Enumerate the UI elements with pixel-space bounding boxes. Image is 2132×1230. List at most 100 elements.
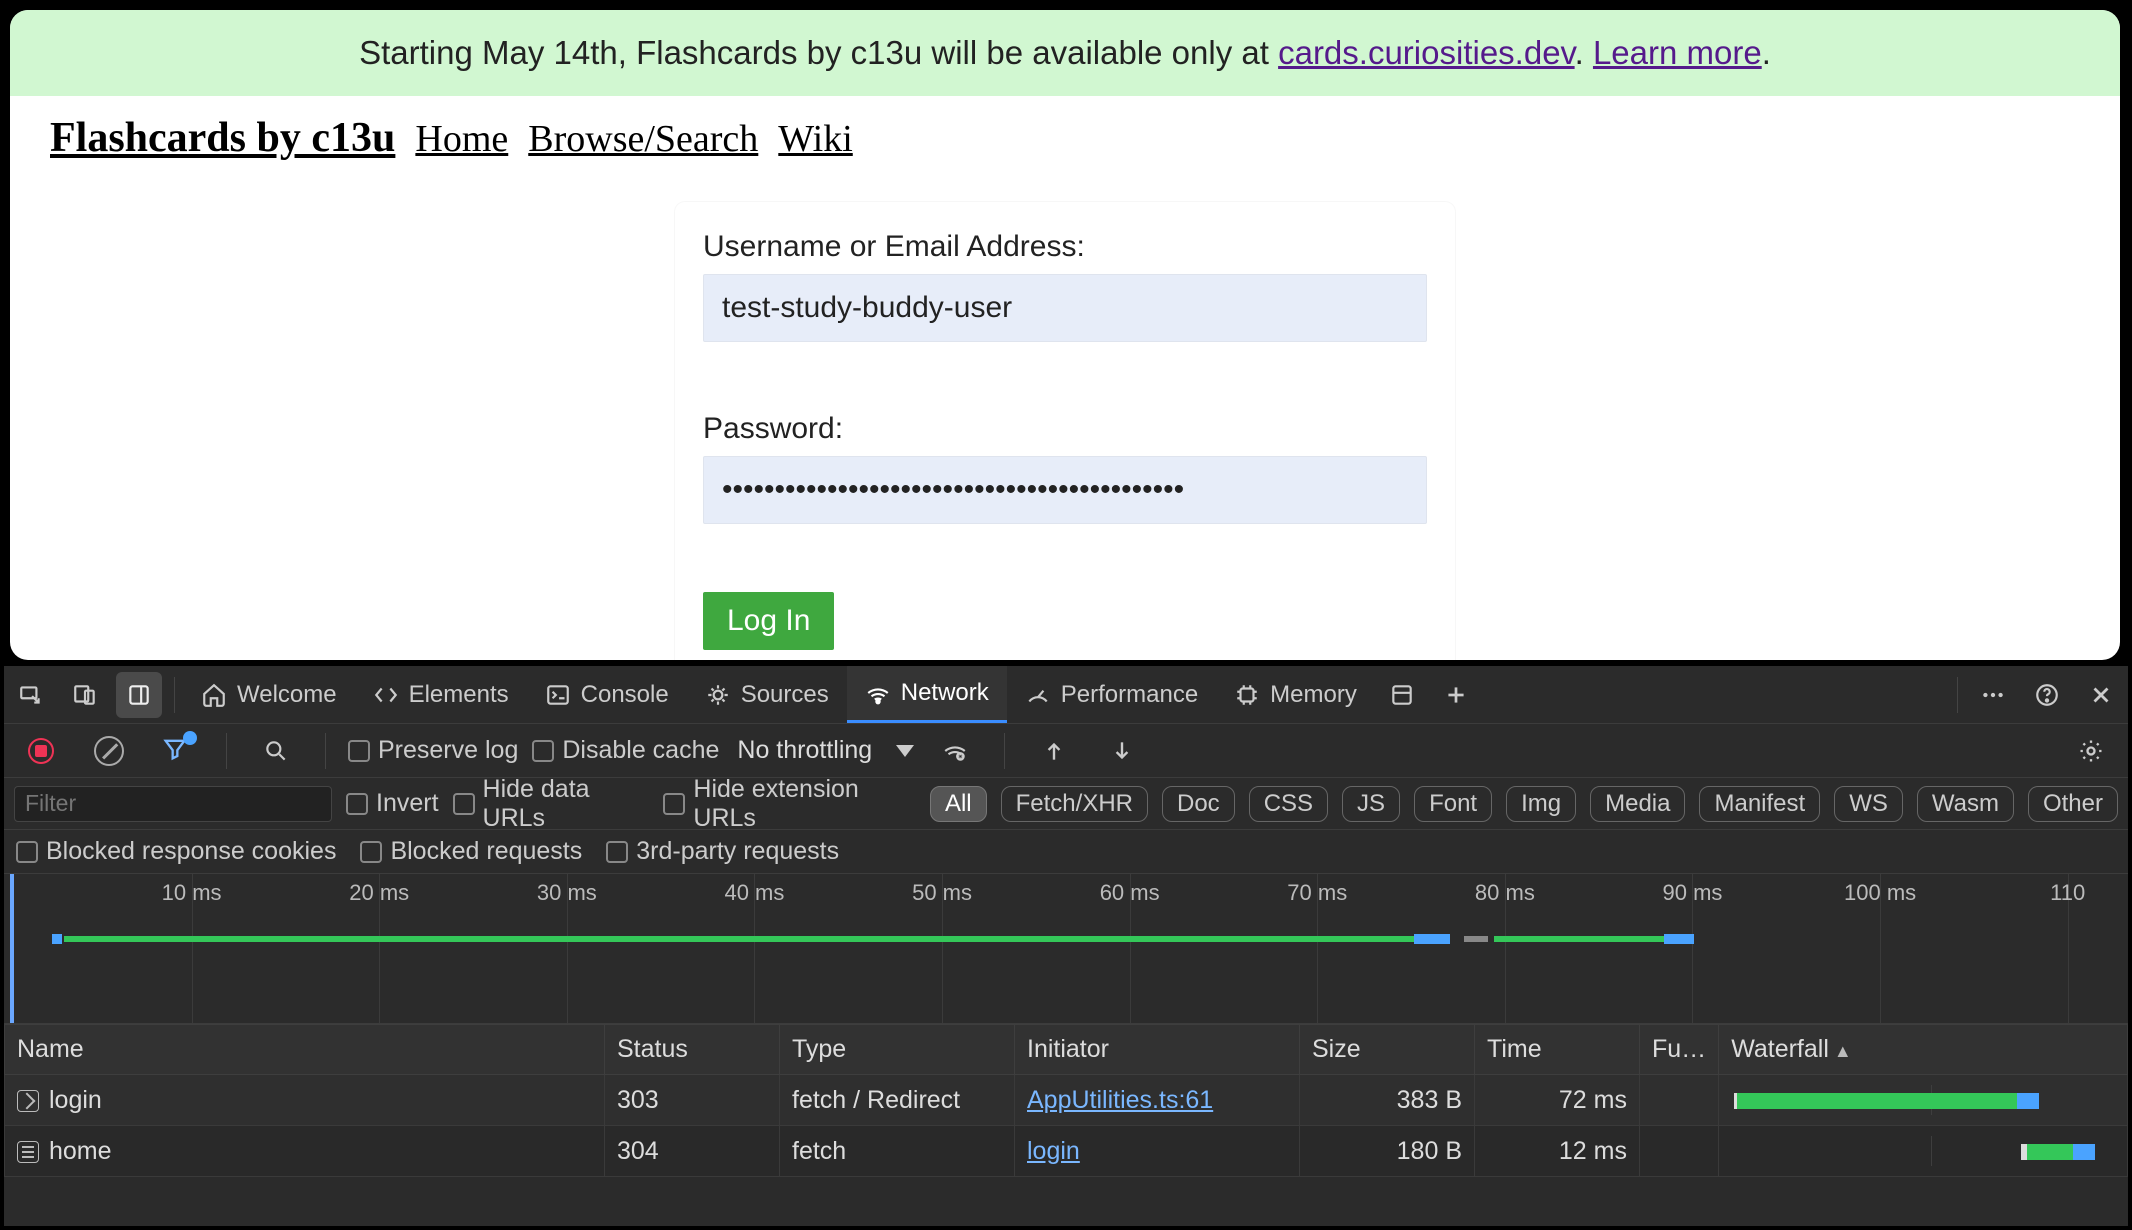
close-devtools-icon[interactable]	[2078, 672, 2124, 718]
tab-welcome[interactable]: Welcome	[183, 666, 355, 723]
filter-chip-fetch[interactable]: Fetch/XHR	[1001, 786, 1148, 822]
blocked-requests-checkbox[interactable]: Blocked requests	[360, 837, 582, 866]
more-options-icon[interactable]	[1970, 672, 2016, 718]
network-settings-icon[interactable]	[2068, 728, 2114, 774]
col-size[interactable]: Size	[1300, 1025, 1475, 1075]
tab-console[interactable]: Console	[527, 666, 687, 723]
record-button[interactable]	[18, 728, 64, 774]
tab-elements[interactable]: Elements	[355, 666, 527, 723]
filter-chip-css[interactable]: CSS	[1249, 786, 1328, 822]
timeline-tick-label: 90 ms	[1663, 880, 1723, 906]
hide-extension-urls-checkbox[interactable]: Hide extension URLs	[663, 775, 916, 833]
devtools-panel: Welcome Elements Console Sources Network…	[4, 666, 2128, 1226]
filter-chip-other[interactable]: Other	[2028, 786, 2118, 822]
cell-status: 303	[605, 1075, 780, 1126]
clear-button[interactable]	[86, 728, 132, 774]
col-type[interactable]: Type	[780, 1025, 1015, 1075]
preserve-log-checkbox[interactable]: Preserve log	[348, 736, 518, 765]
password-input[interactable]	[703, 456, 1427, 524]
filter-input[interactable]	[14, 786, 332, 822]
elements-icon	[373, 682, 399, 708]
blocked-cookies-checkbox[interactable]: Blocked response cookies	[16, 837, 336, 866]
cell-time: 72 ms	[1475, 1075, 1640, 1126]
divider	[174, 677, 175, 713]
table-row[interactable]: login303fetch / RedirectAppUtilities.ts:…	[5, 1075, 2128, 1126]
network-conditions-icon[interactable]	[932, 728, 978, 774]
filter-chip-font[interactable]: Font	[1414, 786, 1492, 822]
filter-chip-js[interactable]: JS	[1342, 786, 1400, 822]
timeline-bar	[1464, 936, 1488, 942]
top-nav: Flashcards by c13u Home Browse/Search Wi…	[10, 96, 2120, 162]
timeline-overview[interactable]: 10 ms20 ms30 ms40 ms50 ms60 ms70 ms80 ms…	[4, 874, 2128, 1024]
login-button[interactable]: Log In	[703, 592, 834, 650]
performance-icon	[1025, 682, 1051, 708]
banner-link-domain[interactable]: cards.curiosities.dev	[1278, 34, 1575, 71]
divider	[1957, 677, 1958, 713]
filter-toggle-button[interactable]	[154, 728, 200, 774]
third-party-checkbox[interactable]: 3rd-party requests	[606, 837, 839, 866]
filter-chip-media[interactable]: Media	[1590, 786, 1685, 822]
invert-checkbox[interactable]: Invert	[346, 789, 439, 818]
search-button[interactable]	[253, 728, 299, 774]
dropdown-caret-icon[interactable]	[896, 745, 914, 757]
timeline-tick-label: 80 ms	[1475, 880, 1535, 906]
filter-bar: Invert Hide data URLs Hide extension URL…	[4, 778, 2128, 830]
hide-data-urls-checkbox[interactable]: Hide data URLs	[453, 775, 650, 833]
timeline-bar	[1414, 934, 1450, 944]
nav-browse[interactable]: Browse/Search	[528, 117, 758, 161]
home-icon	[201, 682, 227, 708]
timeline-tick-label: 30 ms	[537, 880, 597, 906]
help-icon[interactable]	[2024, 672, 2070, 718]
timeline-playhead[interactable]	[10, 874, 14, 1023]
banner-link-learn-more[interactable]: Learn more	[1593, 34, 1762, 71]
filter-chip-wasm[interactable]: Wasm	[1917, 786, 2014, 822]
filter-chip-img[interactable]: Img	[1506, 786, 1576, 822]
timeline-bar	[1664, 934, 1694, 944]
device-toolbar-icon[interactable]	[62, 672, 108, 718]
divider	[325, 733, 326, 769]
cell-status: 304	[605, 1126, 780, 1177]
col-status[interactable]: Status	[605, 1025, 780, 1075]
table-row[interactable]: home304fetchlogin180 B12 ms	[5, 1126, 2128, 1177]
initiator-link[interactable]: login	[1027, 1137, 1080, 1165]
col-initiator[interactable]: Initiator	[1015, 1025, 1300, 1075]
cell-type: fetch / Redirect	[780, 1075, 1015, 1126]
col-fulfilled[interactable]: Fu…	[1640, 1025, 1719, 1075]
nav-wiki[interactable]: Wiki	[778, 117, 852, 161]
cell-time: 12 ms	[1475, 1126, 1640, 1177]
filter-chip-ws[interactable]: WS	[1834, 786, 1903, 822]
panel-layout-icon[interactable]	[1379, 672, 1425, 718]
col-time[interactable]: Time	[1475, 1025, 1640, 1075]
col-name[interactable]: Name	[5, 1025, 605, 1075]
timeline-tick-label: 70 ms	[1287, 880, 1347, 906]
export-har-icon[interactable]	[1099, 728, 1145, 774]
filter-chip-doc[interactable]: Doc	[1162, 786, 1235, 822]
tab-memory[interactable]: Memory	[1216, 666, 1375, 723]
filter-active-badge-icon	[183, 731, 197, 745]
username-label: Username or Email Address:	[703, 230, 1427, 264]
page-viewport: Starting May 14th, Flashcards by c13u wi…	[10, 10, 2120, 660]
tab-performance[interactable]: Performance	[1007, 666, 1216, 723]
dock-side-icon[interactable]	[116, 672, 162, 718]
throttling-select[interactable]: No throttling	[737, 736, 872, 765]
filter-chip-all[interactable]: All	[930, 786, 987, 822]
new-tab-icon[interactable]	[1433, 672, 1479, 718]
inspect-element-icon[interactable]	[8, 672, 54, 718]
filter-chip-manifest[interactable]: Manifest	[1699, 786, 1820, 822]
tab-sources[interactable]: Sources	[687, 666, 847, 723]
disable-cache-checkbox[interactable]: Disable cache	[532, 736, 719, 765]
timeline-bar	[64, 936, 1414, 942]
cell-size: 383 B	[1300, 1075, 1475, 1126]
import-har-icon[interactable]	[1031, 728, 1077, 774]
cell-type: fetch	[780, 1126, 1015, 1177]
tab-network[interactable]: Network	[847, 666, 1007, 723]
col-waterfall[interactable]: Waterfall	[1719, 1025, 2128, 1075]
username-input[interactable]	[703, 274, 1427, 342]
initiator-link[interactable]: AppUtilities.ts:61	[1027, 1086, 1213, 1114]
brand-link[interactable]: Flashcards by c13u	[50, 114, 395, 162]
timeline-tick-label: 40 ms	[724, 880, 784, 906]
network-toolbar: Preserve log Disable cache No throttling	[4, 724, 2128, 778]
console-icon	[545, 682, 571, 708]
sources-icon	[705, 682, 731, 708]
nav-home[interactable]: Home	[415, 117, 508, 161]
